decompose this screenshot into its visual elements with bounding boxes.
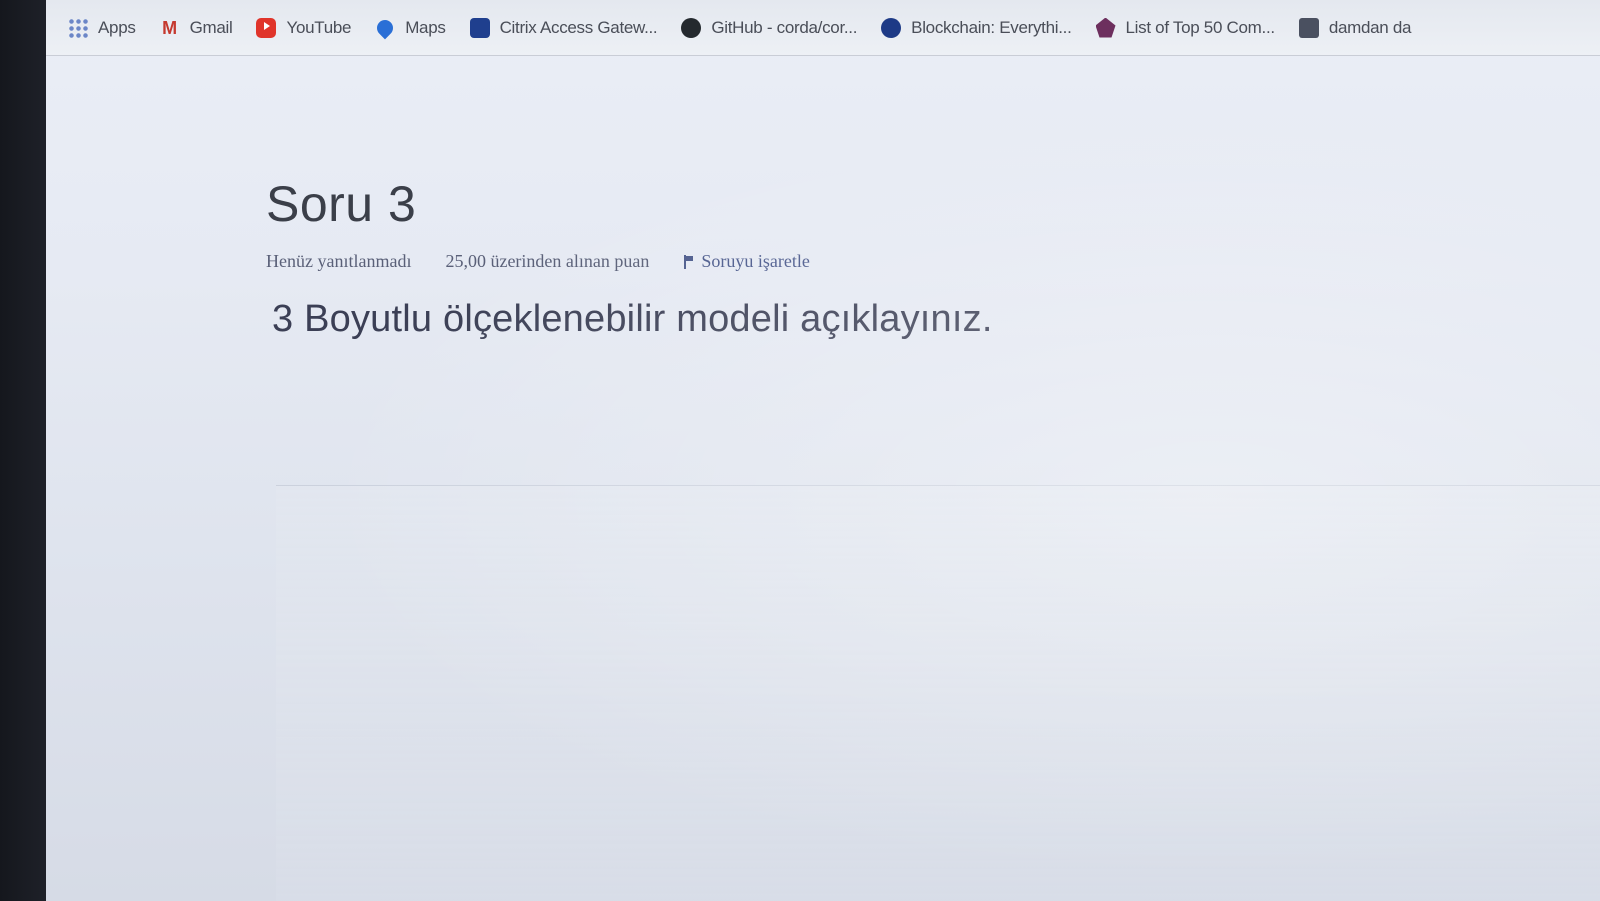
bookmark-label: GitHub - corda/cor... — [711, 17, 858, 37]
question-meta: Henüz yanıtlanmadı 25,00 üzerinden alına… — [266, 251, 1466, 272]
flag-question-link[interactable]: Soruyu işaretle — [683, 251, 810, 272]
question-text: 3 Boyutlu ölçeklenebilir modeli açıklayı… — [272, 298, 993, 340]
list-icon — [1095, 17, 1116, 38]
bookmark-apps[interactable]: Apps — [68, 17, 136, 38]
github-icon — [681, 17, 702, 38]
bookmark-youtube[interactable]: YouTube — [256, 17, 352, 38]
citrix-icon — [469, 17, 490, 38]
bookmark-label: Apps — [98, 17, 136, 37]
document-icon — [1298, 17, 1319, 38]
flag-icon — [683, 254, 694, 269]
question-title: Soru 3 — [266, 176, 417, 232]
bookmark-label: Maps — [405, 17, 446, 37]
bookmark-label: Blockchain: Everythi... — [911, 17, 1072, 37]
bookmark-label: Citrix Access Gatew... — [499, 17, 658, 37]
maps-pin-icon — [373, 16, 397, 39]
answer-status: Henüz yanıtlanmadı — [266, 251, 412, 271]
bookmarks-bar: Apps M Gmail YouTube Maps Citrix Access … — [46, 0, 1600, 56]
blockchain-icon — [881, 17, 902, 38]
gmail-icon: M — [162, 17, 178, 38]
bookmark-gmail[interactable]: M Gmail — [160, 18, 233, 38]
bookmark-label: Gmail — [189, 17, 233, 37]
youtube-icon — [256, 17, 277, 38]
bookmark-github[interactable]: GitHub - corda/cor... — [681, 17, 858, 38]
apps-grid-icon — [68, 17, 88, 38]
bookmark-label: damdan da — [1328, 17, 1412, 37]
bookmark-damdan[interactable]: damdan da — [1298, 17, 1412, 38]
points-info: 25,00 üzerinden alınan puan — [445, 251, 650, 271]
bookmark-label: YouTube — [286, 17, 352, 37]
question-block: Soru 3 Henüz yanıtlanmadı 25,00 üzerinde… — [266, 175, 1466, 341]
flag-question-label: Soruyu işaretle — [701, 251, 810, 271]
bookmark-blockchain[interactable]: Blockchain: Everythi... — [881, 17, 1072, 38]
bookmark-top50[interactable]: List of Top 50 Com... — [1095, 17, 1276, 38]
bookmark-maps[interactable]: Maps — [373, 16, 446, 39]
bookmark-citrix[interactable]: Citrix Access Gatew... — [469, 17, 658, 38]
answer-area[interactable] — [276, 485, 1600, 901]
bookmark-label: List of Top 50 Com... — [1125, 17, 1276, 37]
browser-window: Apps M Gmail YouTube Maps Citrix Access … — [46, 0, 1600, 901]
